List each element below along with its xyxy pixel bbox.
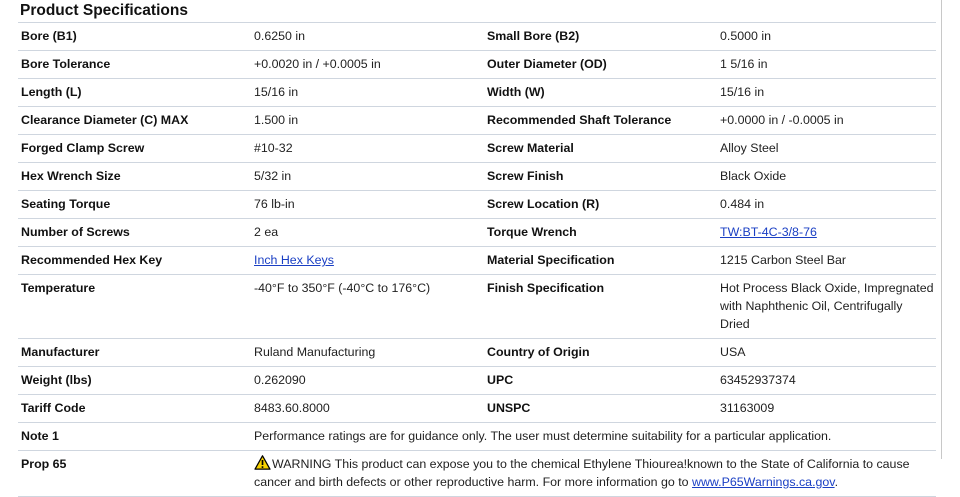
spec-value: +0.0000 in / -0.0005 in: [717, 106, 936, 135]
spec-row: Temperature -40°F to 350°F (-40°C to 176°…: [18, 274, 936, 339]
spec-label: Torque Wrench: [484, 218, 717, 247]
spec-label: Clearance Diameter (C) MAX: [18, 106, 251, 135]
spec-value: USA: [717, 338, 936, 367]
spec-row: Forged Clamp Screw #10-32 Screw Material Al…: [18, 134, 936, 163]
spec-label: Material Specification: [484, 246, 717, 275]
spec-label: Temperature: [18, 274, 251, 339]
section-title: Product Specifications: [20, 2, 188, 19]
spec-value: #10-32: [251, 134, 484, 163]
spec-label: Tariff Code: [18, 394, 251, 423]
spec-value: Ruland Manufacturing: [251, 338, 484, 367]
spec-value: Inch Hex Keys: [251, 246, 484, 275]
prop65-text-cell: WARNING This product can expose you to t…: [251, 450, 936, 497]
spec-row: Manufacturer Ruland Manufacturing Country …: [18, 338, 936, 367]
note-label: Note 1: [18, 422, 251, 451]
spec-value: 63452937374: [717, 366, 936, 395]
spec-label: Weight (lbs): [18, 366, 251, 395]
spec-label: Recommended Shaft Tolerance: [484, 106, 717, 135]
spec-value: 15/16 in: [717, 78, 936, 107]
spec-label: Recommended Hex Key: [18, 246, 251, 275]
spec-value: Alloy Steel: [717, 134, 936, 163]
spec-value: -40°F to 350°F (-40°C to 176°C): [251, 274, 484, 339]
spec-label: Small Bore (B2): [484, 22, 717, 51]
spec-label: Screw Location (R): [484, 190, 717, 219]
spec-row: Seating Torque 76 lb-in Screw Location (R)…: [18, 190, 936, 219]
spec-label: UPC: [484, 366, 717, 395]
spec-value: 1215 Carbon Steel Bar: [717, 246, 936, 275]
prop65-period: .: [834, 475, 839, 489]
spec-label: Outer Diameter (OD): [484, 50, 717, 79]
torque-wrench-link[interactable]: TW:BT-4C-3/8-76: [720, 225, 817, 239]
spec-label: Hex Wrench Size: [18, 162, 251, 191]
spec-label: Width (W): [484, 78, 717, 107]
spec-label: UNSPC: [484, 394, 717, 423]
spec-value: 5/32 in: [251, 162, 484, 191]
spec-value: 0.5000 in: [717, 22, 936, 51]
spec-value: 31163009: [717, 394, 936, 423]
spec-row: Number of Screws 2 ea Torque Wrench TW:BT-4…: [18, 218, 936, 247]
spec-label: Length (L): [18, 78, 251, 107]
spec-value: Hot Process Black Oxide, Impregnated wit…: [717, 274, 936, 339]
spec-value: Black Oxide: [717, 162, 936, 191]
spec-row: Recommended Hex Key Inch Hex Keys Material…: [18, 246, 936, 275]
spec-label: Screw Finish: [484, 162, 717, 191]
spec-row: Bore Tolerance +0.0020 in / +0.0005 in Out…: [18, 50, 936, 79]
spec-value: 1.500 in: [251, 106, 484, 135]
spec-value: 0.484 in: [717, 190, 936, 219]
spec-label: Manufacturer: [18, 338, 251, 367]
spec-label: Country of Origin: [484, 338, 717, 367]
p65-warnings-link[interactable]: www.P65Warnings.ca.gov: [692, 475, 835, 489]
spec-row: Tariff Code 8483.60.8000 UNSPC 31163009: [18, 394, 936, 423]
spec-label: Finish Specification: [484, 274, 717, 339]
spec-label: Screw Material: [484, 134, 717, 163]
spec-label: Number of Screws: [18, 218, 251, 247]
spec-row: Length (L) 15/16 in Width (W) 15/16 in: [18, 78, 936, 107]
spec-label: Bore (B1): [18, 22, 251, 51]
spec-value: 0.262090: [251, 366, 484, 395]
note-text: Performance ratings are for guidance onl…: [251, 422, 936, 451]
spec-row: Bore (B1) 0.6250 in Small Bore (B2) 0.5000 …: [18, 22, 936, 51]
spec-value: 0.6250 in: [251, 22, 484, 51]
spec-value: 76 lb-in: [251, 190, 484, 219]
prop65-label: Prop 65: [18, 450, 251, 497]
spec-value: TW:BT-4C-3/8-76: [717, 218, 936, 247]
spec-label: Seating Torque: [18, 190, 251, 219]
spec-value: 8483.60.8000: [251, 394, 484, 423]
spec-label: Bore Tolerance: [18, 50, 251, 79]
spec-value: 15/16 in: [251, 78, 484, 107]
warning-triangle-icon: [254, 455, 271, 470]
spec-value: +0.0020 in / +0.0005 in: [251, 50, 484, 79]
spec-row: Hex Wrench Size 5/32 in Screw Finish Black …: [18, 162, 936, 191]
spec-value: 2 ea: [251, 218, 484, 247]
spec-label: Forged Clamp Screw: [18, 134, 251, 163]
spec-table: Bore (B1) 0.6250 in Small Bore (B2) 0.5000 …: [18, 22, 936, 497]
prop65-row: Prop 65 WARNING This product can expose …: [18, 450, 936, 497]
spec-panel: Product Specifications Bore (B1) 0.6250 i…: [0, 0, 942, 497]
note-row: Note 1 Performance ratings are for guida…: [18, 422, 936, 451]
spec-row: Clearance Diameter (C) MAX 1.500 in Recomm…: [18, 106, 936, 135]
inch-hex-keys-link[interactable]: Inch Hex Keys: [254, 253, 334, 267]
spec-row: Weight (lbs) 0.262090 UPC 63452937374: [18, 366, 936, 395]
spec-value: 1 5/16 in: [717, 50, 936, 79]
